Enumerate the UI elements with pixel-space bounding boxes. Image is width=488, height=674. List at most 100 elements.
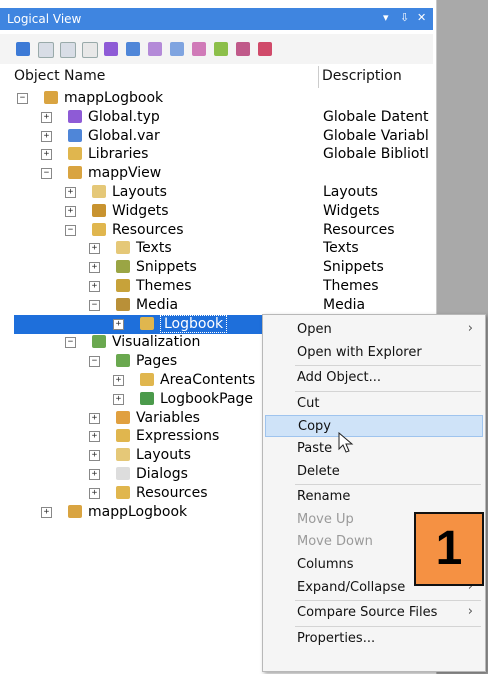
expand-icon[interactable]: + (89, 450, 100, 462)
tree-item-label[interactable]: LogbookPage (160, 391, 253, 407)
tree-item-label[interactable]: mappLogbook (88, 504, 187, 520)
properties-icon[interactable] (82, 42, 98, 58)
column-header: Object Name Description (0, 66, 433, 88)
tree-row[interactable]: + Logbook (14, 314, 263, 334)
tree-item-label[interactable]: Expressions (136, 428, 219, 444)
pin-icon[interactable]: ⇩ (400, 11, 409, 24)
description-header[interactable]: Description (322, 68, 402, 84)
edit-icon[interactable] (192, 42, 206, 56)
tree-item-label[interactable]: Resources (136, 485, 208, 501)
menu-item-properties[interactable]: Properties... (265, 628, 483, 650)
tree-item-label[interactable]: Themes (136, 278, 192, 294)
tree-item-label[interactable]: Snippets (136, 259, 197, 275)
menu-item-label: Properties... (297, 630, 376, 646)
tree-row[interactable]: + Global.var Globale Variabl (0, 127, 433, 146)
tree-row[interactable]: + Libraries Globale Bibliotl (0, 145, 433, 164)
expand-icon[interactable]: + (41, 130, 52, 142)
tree-item-label[interactable]: Visualization (112, 334, 200, 350)
tree-item-label[interactable]: Layouts (136, 447, 191, 463)
object-name-header[interactable]: Object Name (14, 68, 105, 84)
tree-item-label[interactable]: Logbook (160, 314, 228, 333)
expand-icon[interactable]: + (89, 412, 100, 424)
menu-item-label: Delete (297, 463, 340, 479)
menu-item-label: Rename (297, 489, 351, 505)
expand-icon[interactable]: + (65, 187, 76, 198)
expand-icon[interactable]: + (65, 205, 76, 217)
expand-icon[interactable]: + (113, 375, 124, 386)
expand-icon[interactable]: + (89, 243, 100, 255)
datatype-icon[interactable] (104, 42, 118, 56)
expand-icon[interactable]: + (89, 469, 100, 480)
menu-item-add-object[interactable]: Add Object... (265, 367, 483, 389)
folder-icon (116, 448, 130, 462)
tree-item-label[interactable]: Global.var (88, 128, 160, 144)
menu-item-label: Open (297, 322, 332, 337)
mouse-cursor-icon (338, 432, 354, 453)
variable-icon[interactable] (126, 42, 140, 56)
menu-item-copy[interactable]: Copy (265, 415, 483, 438)
package-icon[interactable] (236, 42, 250, 56)
menu-item-delete[interactable]: Delete (265, 461, 483, 483)
expand-icon[interactable]: + (89, 431, 100, 443)
tree-item-label[interactable]: Layouts (112, 184, 167, 200)
tree-item-label[interactable]: mappLogbook (64, 90, 163, 106)
menu-item-open[interactable]: Open › (265, 319, 483, 341)
expand-icon[interactable]: + (41, 149, 52, 161)
folder-icon (116, 297, 130, 311)
tree-row[interactable]: + Snippets Snippets (0, 258, 433, 277)
tree-row[interactable]: + Themes Themes (0, 277, 433, 296)
menu-item-label: Add Object... (297, 370, 382, 386)
tree-item-label[interactable]: Libraries (88, 146, 148, 162)
menu-item-compare-source-files[interactable]: Compare Source Files › (265, 602, 483, 624)
menu-item-cut[interactable]: Cut (265, 393, 483, 415)
tree-item-label[interactable]: Resources (112, 222, 184, 238)
tree-item-label[interactable]: Variables (136, 410, 200, 426)
tree-item-label[interactable]: Texts (136, 240, 172, 256)
new-object-icon[interactable] (16, 42, 30, 56)
folder-icon (116, 429, 130, 443)
tree-item-label[interactable]: mappView (88, 165, 161, 181)
tree-item-label[interactable]: Pages (136, 353, 177, 369)
tree-item-label[interactable]: Widgets (112, 203, 169, 219)
expand-icon[interactable]: + (89, 281, 100, 292)
expand-icon[interactable]: + (113, 393, 124, 405)
table-icon[interactable] (38, 42, 54, 58)
column-separator[interactable] (318, 66, 319, 88)
tree-row[interactable]: + Widgets Widgets (0, 202, 433, 221)
tree-item-label[interactable]: Media (136, 297, 178, 313)
expand-icon[interactable]: + (113, 318, 124, 330)
expand-icon[interactable]: + (41, 506, 52, 518)
tree-row[interactable]: + Global.typ Globale Datent (0, 108, 433, 127)
collapse-icon[interactable]: − (41, 168, 52, 180)
menu-separator (295, 390, 481, 392)
tree-row[interactable]: + Layouts Layouts (0, 183, 433, 202)
menu-item-paste[interactable]: Paste (265, 438, 483, 460)
tree-row[interactable]: − mappLogbook (0, 89, 433, 108)
remove-icon[interactable] (258, 42, 272, 56)
collapse-icon[interactable]: − (89, 356, 100, 368)
collapse-icon[interactable]: − (17, 93, 28, 104)
tree-item-label[interactable]: Global.typ (88, 109, 160, 125)
expand-icon[interactable]: + (89, 262, 100, 274)
expand-icon[interactable]: + (89, 487, 100, 499)
var-icon[interactable] (170, 42, 184, 56)
menu-item-open-with-explorer[interactable]: Open with Explorer (265, 342, 483, 364)
tree-row[interactable]: − Media Media (0, 296, 433, 315)
collapse-icon[interactable]: − (65, 337, 76, 349)
menu-item-rename[interactable]: Rename (265, 486, 483, 508)
dropdown-icon[interactable]: ▾ (383, 11, 389, 24)
tree-row[interactable]: − Resources Resources (0, 221, 433, 240)
types-icon[interactable] (148, 42, 162, 56)
expand-icon[interactable]: + (41, 111, 52, 123)
tree-item-label[interactable]: AreaContents (160, 372, 255, 388)
menu-separator (295, 484, 481, 486)
collapse-icon[interactable]: − (65, 224, 76, 236)
close-icon[interactable]: ✕ (417, 11, 426, 24)
list-icon[interactable] (60, 42, 76, 58)
collapse-icon[interactable]: − (89, 299, 100, 311)
tag-icon[interactable] (214, 42, 228, 56)
tree-item-label[interactable]: Dialogs (136, 466, 188, 482)
tree-row[interactable]: + Texts Texts (0, 239, 433, 258)
folder-icon (68, 166, 82, 180)
tree-row[interactable]: − mappView (0, 164, 433, 183)
